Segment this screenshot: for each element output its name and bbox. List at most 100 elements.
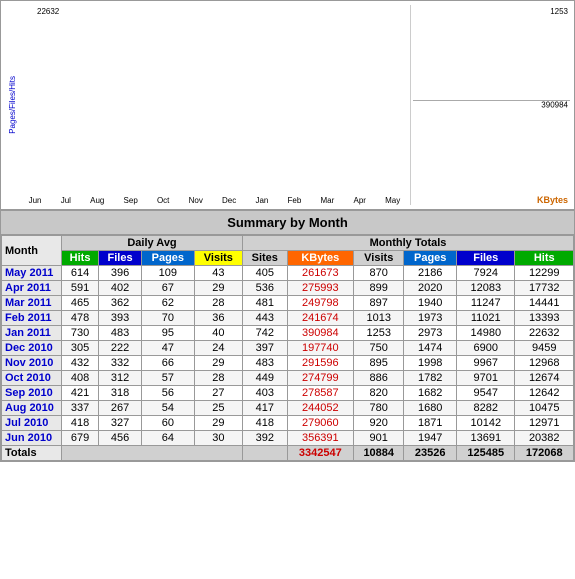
month-link[interactable]: Apr 2011 bbox=[5, 282, 51, 294]
th-pages2: Pages bbox=[404, 251, 457, 266]
totals-empty2 bbox=[243, 446, 288, 461]
month-link[interactable]: Jun 2010 bbox=[5, 432, 52, 444]
cell-hits: 421 bbox=[62, 386, 99, 401]
cell-month[interactable]: Jul 2010 bbox=[2, 416, 62, 431]
cell-sites: 397 bbox=[243, 341, 288, 356]
table-row: Mar 201146536262284812497988971940112471… bbox=[2, 296, 574, 311]
cell-sites: 418 bbox=[243, 416, 288, 431]
th-month: Month bbox=[2, 236, 62, 266]
month-link[interactable]: Jul 2010 bbox=[5, 417, 48, 429]
cell-files: 332 bbox=[99, 356, 142, 371]
cell-month[interactable]: May 2011 bbox=[2, 266, 62, 281]
cell-pages: 54 bbox=[142, 401, 195, 416]
cell-pages: 60 bbox=[142, 416, 195, 431]
totals-hits: 172068 bbox=[515, 446, 574, 461]
cell-hits: 432 bbox=[62, 356, 99, 371]
month-link[interactable]: Oct 2010 bbox=[5, 372, 51, 384]
cell-hits2: 12674 bbox=[515, 371, 574, 386]
th-kbytes: KBytes bbox=[287, 251, 354, 266]
cell-kbytes: 278587 bbox=[287, 386, 354, 401]
cell-pages: 47 bbox=[142, 341, 195, 356]
cell-files2: 10142 bbox=[457, 416, 515, 431]
cell-hits2: 12968 bbox=[515, 356, 574, 371]
cell-pages2: 1474 bbox=[404, 341, 457, 356]
cell-month[interactable]: Aug 2010 bbox=[2, 401, 62, 416]
x-label-dec: Dec bbox=[222, 196, 236, 205]
th-hits: Hits bbox=[62, 251, 99, 266]
month-link[interactable]: Aug 2010 bbox=[5, 402, 54, 414]
cell-visits: 29 bbox=[194, 281, 242, 296]
cell-visits: 40 bbox=[194, 326, 242, 341]
month-link[interactable]: Mar 2011 bbox=[5, 297, 51, 309]
cell-files2: 11021 bbox=[457, 311, 515, 326]
cell-kbytes: 279060 bbox=[287, 416, 354, 431]
totals-empty bbox=[62, 446, 243, 461]
cell-visits: 29 bbox=[194, 416, 242, 431]
cell-visits: 43 bbox=[194, 266, 242, 281]
cell-visits: 27 bbox=[194, 386, 242, 401]
table-title: Summary by Month bbox=[1, 211, 574, 235]
cell-visits2: 1013 bbox=[354, 311, 404, 326]
cell-hits: 337 bbox=[62, 401, 99, 416]
cell-files: 318 bbox=[99, 386, 142, 401]
th-monthly-totals: Monthly Totals bbox=[243, 236, 574, 251]
cell-sites: 417 bbox=[243, 401, 288, 416]
cell-month[interactable]: Jun 2010 bbox=[2, 431, 62, 446]
month-link[interactable]: Nov 2010 bbox=[5, 357, 53, 369]
cell-pages2: 1998 bbox=[404, 356, 457, 371]
cell-files2: 13691 bbox=[457, 431, 515, 446]
cell-hits: 614 bbox=[62, 266, 99, 281]
cell-pages: 56 bbox=[142, 386, 195, 401]
cell-visits2: 750 bbox=[354, 341, 404, 356]
cell-kbytes: 291596 bbox=[287, 356, 354, 371]
month-link[interactable]: Sep 2010 bbox=[5, 387, 53, 399]
cell-month[interactable]: Apr 2011 bbox=[2, 281, 62, 296]
cell-visits2: 1253 bbox=[354, 326, 404, 341]
totals-pages: 23526 bbox=[404, 446, 457, 461]
cell-pages: 64 bbox=[142, 431, 195, 446]
th-files2: Files bbox=[457, 251, 515, 266]
cell-month[interactable]: Mar 2011 bbox=[2, 296, 62, 311]
cell-kbytes: 274799 bbox=[287, 371, 354, 386]
cell-sites: 483 bbox=[243, 356, 288, 371]
cell-visits: 28 bbox=[194, 296, 242, 311]
table-row: Jun 201067945664303923563919011947136912… bbox=[2, 431, 574, 446]
cell-kbytes: 197740 bbox=[287, 341, 354, 356]
cell-month[interactable]: Sep 2010 bbox=[2, 386, 62, 401]
month-link[interactable]: May 2011 bbox=[5, 267, 53, 279]
x-label-sep: Sep bbox=[124, 196, 138, 205]
y-axis-right-mid: 390984 bbox=[541, 101, 568, 110]
cell-month[interactable]: Oct 2010 bbox=[2, 371, 62, 386]
cell-visits2: 780 bbox=[354, 401, 404, 416]
cell-kbytes: 261673 bbox=[287, 266, 354, 281]
cell-visits: 36 bbox=[194, 311, 242, 326]
cell-visits: 28 bbox=[194, 371, 242, 386]
cell-visits: 29 bbox=[194, 356, 242, 371]
month-link[interactable]: Jan 2011 bbox=[5, 327, 51, 339]
th-daily-avg: Daily Avg bbox=[62, 236, 243, 251]
table-row: Nov 201043233266294832915968951998996712… bbox=[2, 356, 574, 371]
month-link[interactable]: Feb 2011 bbox=[5, 312, 51, 324]
x-label-jul: Jul bbox=[61, 196, 71, 205]
cell-visits2: 899 bbox=[354, 281, 404, 296]
th-files: Files bbox=[99, 251, 142, 266]
y-axis-max: 22632 bbox=[37, 7, 59, 16]
cell-month[interactable]: Feb 2011 bbox=[2, 311, 62, 326]
cell-visits: 25 bbox=[194, 401, 242, 416]
cell-month[interactable]: Dec 2010 bbox=[2, 341, 62, 356]
table-row: May 201161439610943405261673870218679241… bbox=[2, 266, 574, 281]
cell-files2: 6900 bbox=[457, 341, 515, 356]
cell-visits2: 897 bbox=[354, 296, 404, 311]
table-row: Oct 201040831257284492747998861782970112… bbox=[2, 371, 574, 386]
month-link[interactable]: Dec 2010 bbox=[5, 342, 53, 354]
cell-hits: 418 bbox=[62, 416, 99, 431]
cell-sites: 392 bbox=[243, 431, 288, 446]
cell-sites: 742 bbox=[243, 326, 288, 341]
cell-month[interactable]: Jan 2011 bbox=[2, 326, 62, 341]
cell-files: 267 bbox=[99, 401, 142, 416]
cell-sites: 536 bbox=[243, 281, 288, 296]
table-row: Feb 201147839370364432416741013197311021… bbox=[2, 311, 574, 326]
cell-month[interactable]: Nov 2010 bbox=[2, 356, 62, 371]
cell-pages2: 1782 bbox=[404, 371, 457, 386]
cell-pages: 57 bbox=[142, 371, 195, 386]
